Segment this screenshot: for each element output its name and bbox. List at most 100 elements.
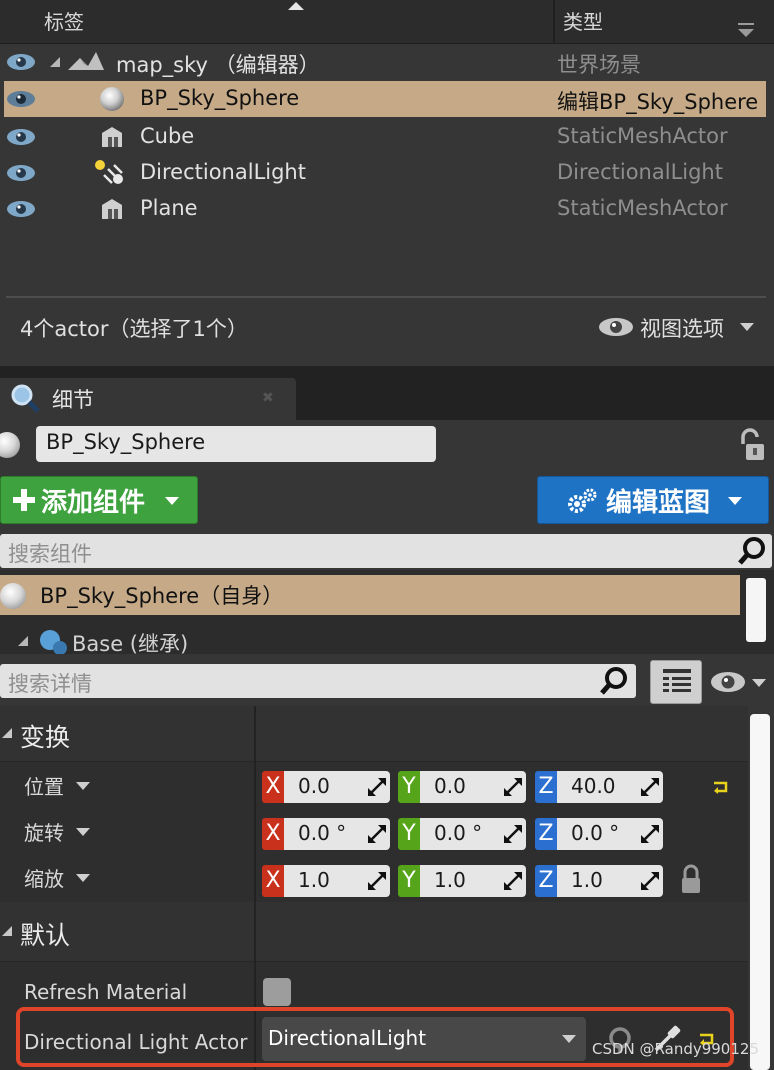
type-column-header[interactable]: 类型 [563, 6, 603, 35]
outliner-row-type: StaticMeshActor [557, 124, 728, 148]
expand-arrow-icon[interactable] [50, 57, 60, 67]
property-refresh-material: Refresh Material [0, 966, 748, 1012]
column-splitter[interactable] [254, 706, 256, 762]
scale-z-field[interactable]: Z 1.0 [535, 865, 663, 897]
view-eye-icon [599, 318, 633, 336]
scale-x-input[interactable]: 1.0 [284, 865, 390, 897]
eye-icon [711, 672, 745, 692]
location-z-input[interactable]: 40.0 [557, 771, 663, 803]
drag-resize-icon[interactable] [504, 872, 522, 890]
x-axis-label: X [262, 865, 284, 897]
column-splitter[interactable] [254, 902, 256, 962]
static-mesh-icon [102, 199, 122, 219]
outliner-row-bp-sky-sphere[interactable]: BP_Sky_Sphere 编辑BP_Sky_Sphere [4, 81, 766, 117]
scale-lock-icon[interactable] [680, 864, 702, 894]
drag-resize-icon[interactable] [641, 825, 659, 843]
column-divider[interactable] [553, 0, 555, 44]
view-options-button[interactable]: 视图选项 [598, 311, 768, 343]
value-text: 40.0 [571, 774, 616, 798]
watermark-text: CSDN @Randy990125 [592, 1040, 759, 1058]
outliner-row-name: BP_Sky_Sphere [140, 86, 300, 110]
drag-resize-icon[interactable] [504, 825, 522, 843]
drag-resize-icon[interactable] [641, 778, 659, 796]
outliner-row-type[interactable]: 编辑BP_Sky_Sphere [557, 86, 766, 116]
rotation-z-field[interactable]: Z 0.0 ° [535, 818, 663, 850]
sphere-icon [100, 87, 124, 111]
property-label[interactable]: 旋转 [24, 817, 64, 846]
chevron-down-icon[interactable] [76, 874, 90, 882]
scale-z-input[interactable]: 1.0 [557, 865, 663, 897]
column-options-dropdown-icon[interactable] [738, 23, 754, 37]
visibility-filter-button[interactable] [708, 668, 772, 698]
rotation-y-field[interactable]: Y 0.0 ° [398, 818, 526, 850]
search-details-input[interactable]: 搜索详情 [0, 664, 636, 698]
scale-x-field[interactable]: X 1.0 [262, 865, 390, 897]
visibility-eye-icon[interactable] [6, 128, 36, 146]
category-transform[interactable]: 变换 [0, 706, 748, 762]
visibility-eye-icon[interactable] [6, 200, 36, 218]
outliner-row-type: 世界场景 [557, 53, 641, 77]
scale-y-input[interactable]: 1.0 [420, 865, 526, 897]
location-z-field[interactable]: Z 40.0 [535, 771, 663, 803]
property-matrix-button[interactable] [650, 660, 702, 704]
outliner-row-map-sky[interactable]: map_sky （编辑器） 世界场景 [4, 44, 766, 80]
y-axis-label: Y [398, 771, 420, 803]
location-y-field[interactable]: Y 0.0 [398, 771, 526, 803]
visibility-eye-icon[interactable] [6, 53, 36, 71]
outliner-row-type: DirectionalLight [557, 160, 723, 184]
category-default[interactable]: 默认 [0, 902, 748, 962]
drag-resize-icon[interactable] [368, 778, 386, 796]
search-components-input[interactable]: 搜索组件 [0, 534, 772, 568]
add-component-button[interactable]: 添加组件 [0, 476, 198, 524]
component-self-label: BP_Sky_Sphere（自身） [40, 584, 284, 608]
visibility-eye-icon[interactable] [6, 90, 36, 108]
chevron-down-icon[interactable] [76, 828, 90, 836]
rotation-x-input[interactable]: 0.0 ° [284, 818, 390, 850]
rotation-y-input[interactable]: 0.0 ° [420, 818, 526, 850]
expand-arrow-icon[interactable] [18, 636, 28, 646]
details-scrollbar[interactable] [750, 714, 770, 1070]
chevron-down-icon[interactable] [76, 782, 90, 790]
gears-icon [568, 488, 597, 513]
drag-resize-icon[interactable] [368, 825, 386, 843]
scene-component-icon [40, 630, 67, 654]
location-x-input[interactable]: 0.0 [284, 771, 390, 803]
rotation-x-field[interactable]: X 0.0 ° [262, 818, 390, 850]
outliner-row-cube[interactable]: Cube StaticMeshActor [4, 119, 766, 155]
value-text: 0.0 ° [434, 821, 483, 845]
drag-resize-icon[interactable] [504, 778, 522, 796]
visibility-eye-icon[interactable] [6, 164, 36, 182]
actor-name-input[interactable]: BP_Sky_Sphere [36, 426, 436, 462]
scale-y-field[interactable]: Y 1.0 [398, 865, 526, 897]
drag-resize-icon[interactable] [641, 872, 659, 890]
tab-label: 细节 [52, 388, 94, 412]
outliner-row-directional-light[interactable]: DirectionalLight DirectionalLight [4, 155, 766, 191]
component-tree-scrollbar[interactable] [746, 578, 766, 642]
close-tab-icon[interactable]: ✖ [262, 390, 274, 406]
tab-details[interactable]: 细节 ✖ [0, 378, 296, 420]
component-base-label[interactable]: Base (继承) [72, 628, 188, 654]
label-column-header[interactable]: 标签 [44, 6, 84, 35]
property-label[interactable]: 位置 [24, 771, 64, 800]
refresh-material-checkbox[interactable] [263, 978, 291, 1006]
location-x-field[interactable]: X 0.0 [262, 771, 390, 803]
location-y-input[interactable]: 0.0 [420, 771, 526, 803]
search-icon [738, 537, 765, 565]
outliner-row-name: Plane [140, 196, 198, 220]
z-axis-label: Z [535, 771, 557, 803]
component-tree: BP_Sky_Sphere（自身） Base (继承) [0, 570, 774, 654]
rotation-z-input[interactable]: 0.0 ° [557, 818, 663, 850]
component-row-self[interactable]: BP_Sky_Sphere（自身） [0, 575, 740, 615]
outliner-row-plane[interactable]: Plane StaticMeshActor [4, 191, 766, 227]
y-axis-label: Y [398, 818, 420, 850]
drag-resize-icon[interactable] [368, 872, 386, 890]
highlight-annotation-box [16, 1007, 734, 1067]
value-text: 0.0 [298, 774, 330, 798]
reset-to-default-icon[interactable] [712, 780, 730, 794]
edit-blueprint-button[interactable]: 编辑蓝图 [537, 476, 769, 524]
sort-ascending-icon [288, 2, 304, 10]
x-axis-label: X [262, 771, 284, 803]
property-label[interactable]: 缩放 [24, 863, 64, 892]
column-splitter[interactable] [254, 762, 256, 902]
unlock-icon[interactable] [737, 428, 767, 462]
